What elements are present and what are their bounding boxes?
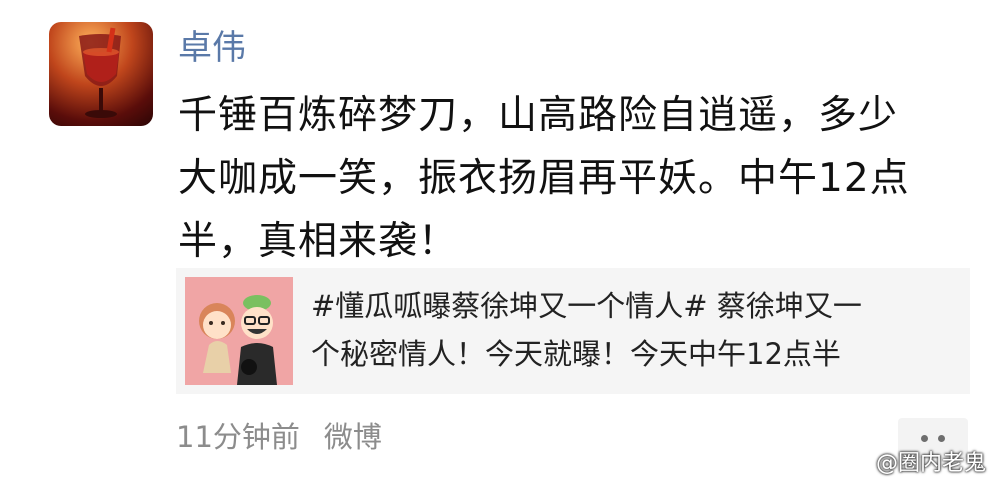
watermark: @圈内老鬼 — [828, 444, 986, 478]
link-card[interactable]: #懂瓜呱曝蔡徐坤又一个情人# 蔡徐坤又一 个秘密情人！今天就曝！今天中午12点半 — [176, 268, 970, 394]
cartoon-couple-icon — [185, 277, 293, 385]
weibo-logo-icon — [829, 448, 868, 476]
watermark-text: @圈内老鬼 — [875, 451, 986, 476]
post-text-line: 大咖成一笑，振衣扬眉再平妖。中午12点 — [178, 156, 910, 201]
post-text-line: 千锤百炼碎梦刀，山高路险自逍遥，多少 — [178, 93, 899, 138]
weibo-post: 卓伟 千锤百炼碎梦刀，山高路险自逍遥，多少 大咖成一笑，振衣扬眉再平妖。中午12… — [0, 0, 1000, 486]
post-meta: 11分钟前 微博 — [176, 417, 382, 457]
post-text: 千锤百炼碎梦刀，山高路险自逍遥，多少 大咖成一笑，振衣扬眉再平妖。中午12点 半… — [178, 84, 958, 273]
post-text-line: 半，真相来袭！ — [178, 219, 459, 264]
post-source[interactable]: 微博 — [324, 420, 382, 454]
card-text-line: 个秘密情人！今天就曝！今天中午12点半 — [311, 337, 841, 371]
author-name[interactable]: 卓伟 — [178, 26, 246, 70]
more-dots-icon — [938, 434, 945, 442]
post-time: 11分钟前 — [176, 420, 300, 454]
author-avatar[interactable] — [49, 22, 153, 126]
more-dots-icon — [921, 434, 928, 442]
wine-glass-icon — [79, 27, 121, 118]
card-thumbnail — [185, 277, 293, 385]
card-title[interactable]: #懂瓜呱曝蔡徐坤又一个情人# 蔡徐坤又一 个秘密情人！今天就曝！今天中午12点半 — [311, 282, 961, 378]
card-text-line: #懂瓜呱曝蔡徐坤又一个情人# 蔡徐坤又一 — [311, 289, 862, 323]
